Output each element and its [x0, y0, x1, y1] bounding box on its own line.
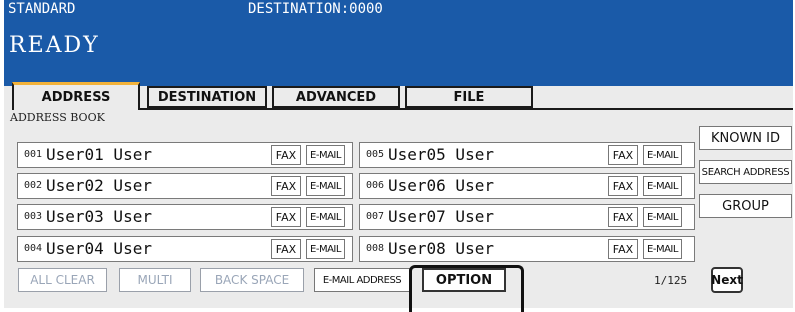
entry-name: User04 User	[46, 239, 152, 258]
destination-count: DESTINATION:0000	[248, 1, 383, 17]
back-space-button[interactable]: BACK SPACE	[200, 268, 304, 292]
option-highlight-callout	[409, 265, 524, 312]
entry-name: User01 User	[46, 145, 152, 164]
email-button[interactable]: E-MAIL	[643, 145, 682, 165]
entry-number: 006	[366, 180, 385, 191]
entry-number: 003	[24, 211, 43, 222]
group-button[interactable]: GROUP	[699, 194, 792, 218]
entry-number: 005	[366, 149, 385, 160]
section-label: ADDRESS BOOK	[10, 111, 105, 124]
entry-number: 008	[366, 243, 385, 254]
entry-name: User08 User	[388, 239, 494, 258]
all-clear-button[interactable]: ALL CLEAR	[18, 268, 107, 292]
touch-panel: STANDARD DESTINATION:0000 READY ADDRESS …	[4, 0, 793, 312]
page-indicator: 1/125	[654, 274, 688, 287]
fax-button[interactable]: FAX	[608, 176, 638, 196]
entry-number: 002	[24, 180, 43, 191]
multi-button[interactable]: MULTI	[119, 268, 191, 292]
address-entry[interactable]: 003 User03 User FAX E-MAIL	[17, 204, 353, 230]
email-button[interactable]: E-MAIL	[306, 145, 345, 165]
address-entry[interactable]: 005 User05 User FAX E-MAIL	[359, 142, 695, 168]
tab-destination[interactable]: DESTINATION	[147, 86, 267, 108]
known-id-button[interactable]: KNOWN ID	[699, 126, 792, 150]
next-page-button[interactable]: Next	[711, 267, 743, 293]
email-button[interactable]: E-MAIL	[306, 207, 345, 227]
email-button[interactable]: E-MAIL	[643, 176, 682, 196]
address-entry[interactable]: 007 User07 User FAX E-MAIL	[359, 204, 695, 230]
address-entry[interactable]: 006 User06 User FAX E-MAIL	[359, 173, 695, 199]
address-entry[interactable]: 002 User02 User FAX E-MAIL	[17, 173, 353, 199]
status-header: STANDARD DESTINATION:0000 READY	[4, 0, 793, 86]
fax-button[interactable]: FAX	[271, 207, 301, 227]
entry-name: User05 User	[388, 145, 494, 164]
email-address-button[interactable]: E-MAIL ADDRESS	[314, 268, 410, 292]
fax-button[interactable]: FAX	[608, 239, 638, 259]
entry-name: User02 User	[46, 176, 152, 195]
fax-button[interactable]: FAX	[271, 239, 301, 259]
copy-mode-label: STANDARD	[8, 1, 76, 17]
entry-name: User06 User	[388, 176, 494, 195]
entry-number: 001	[24, 149, 43, 160]
entry-name: User07 User	[388, 207, 494, 226]
address-entry[interactable]: 001 User01 User FAX E-MAIL	[17, 142, 353, 168]
fax-button[interactable]: FAX	[271, 145, 301, 165]
tab-address[interactable]: ADDRESS	[12, 82, 140, 110]
address-entry[interactable]: 004 User04 User FAX E-MAIL	[17, 236, 353, 262]
email-button[interactable]: E-MAIL	[643, 239, 682, 259]
tab-divider	[140, 108, 793, 110]
entry-name: User03 User	[46, 207, 152, 226]
fax-button[interactable]: FAX	[271, 176, 301, 196]
fax-button[interactable]: FAX	[608, 207, 638, 227]
search-address-button[interactable]: SEARCH ADDRESS	[699, 160, 792, 184]
tab-advanced[interactable]: ADVANCED	[272, 86, 400, 108]
fax-button[interactable]: FAX	[608, 145, 638, 165]
address-entry[interactable]: 008 User08 User FAX E-MAIL	[359, 236, 695, 262]
entry-number: 004	[24, 243, 43, 254]
email-button[interactable]: E-MAIL	[306, 176, 345, 196]
email-button[interactable]: E-MAIL	[306, 239, 345, 259]
email-button[interactable]: E-MAIL	[643, 207, 682, 227]
machine-status: READY	[9, 33, 100, 58]
entry-number: 007	[366, 211, 385, 222]
tab-file[interactable]: FILE	[405, 86, 533, 108]
